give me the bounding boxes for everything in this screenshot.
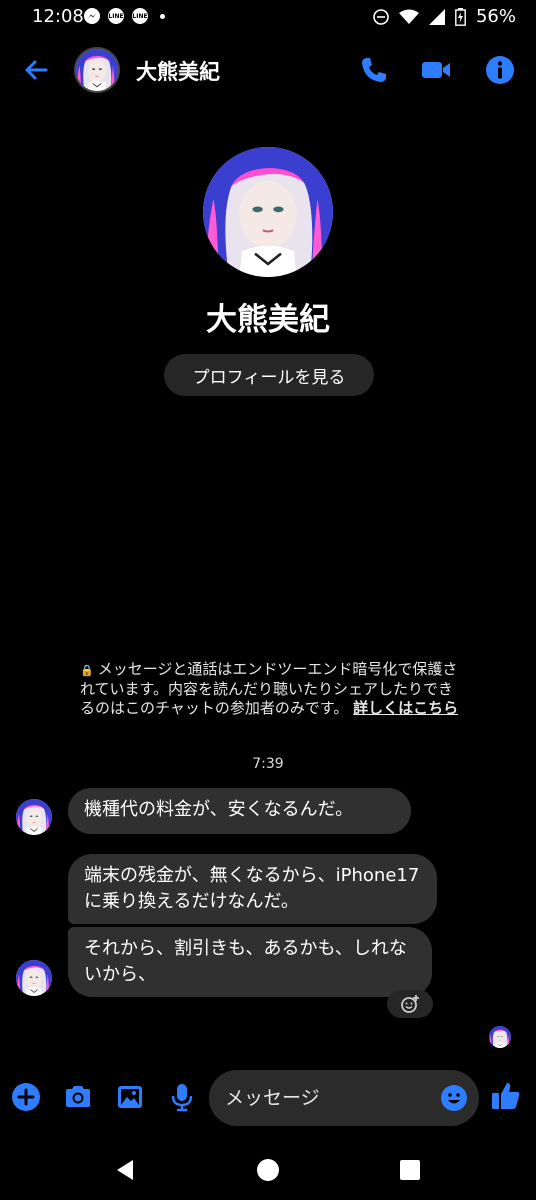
message-timestamp: 7:39 xyxy=(252,756,284,772)
battery-icon xyxy=(455,7,466,26)
sender-avatar[interactable] xyxy=(16,799,52,835)
read-receipt-avatar xyxy=(489,1026,511,1048)
dnd-icon xyxy=(373,8,389,25)
header-avatar[interactable] xyxy=(74,47,120,93)
messenger-notification-icon xyxy=(84,8,100,24)
notification-icons: LINE LINE xyxy=(84,8,165,24)
more-notifications-dot xyxy=(160,13,165,19)
message-bubble[interactable]: 機種代の料金が、安くなるんだ。 xyxy=(68,788,411,834)
video-icon[interactable] xyxy=(420,54,452,86)
message-input[interactable] xyxy=(209,1070,479,1126)
view-profile-button[interactable]: プロフィールを見る xyxy=(164,354,374,396)
camera-icon[interactable] xyxy=(63,1082,93,1112)
message-bubble[interactable]: それから、割引きも、あるかも、しれないから、 xyxy=(68,927,432,997)
wifi-icon xyxy=(398,9,419,24)
learn-more-link[interactable]: 詳しくはこちら xyxy=(353,699,458,717)
message-composer xyxy=(0,1066,536,1130)
battery-percent: 56% xyxy=(475,6,516,27)
nav-recents-icon[interactable] xyxy=(398,1158,422,1182)
contact-name[interactable]: 大熊美紀 xyxy=(136,56,220,86)
add-reaction-button[interactable] xyxy=(387,990,433,1018)
system-status: 56% xyxy=(373,6,516,27)
mic-icon[interactable] xyxy=(167,1082,197,1112)
emoji-icon[interactable] xyxy=(440,1084,468,1112)
line-notification-icon: LINE xyxy=(108,8,124,24)
sender-avatar[interactable] xyxy=(16,960,52,996)
nav-back-icon[interactable] xyxy=(113,1158,137,1182)
phone-icon[interactable] xyxy=(358,54,390,86)
status-bar: 12:08 LINE LINE 56% xyxy=(0,0,536,34)
conversation-header: 大熊美紀 xyxy=(0,40,536,100)
profile-avatar[interactable] xyxy=(203,147,333,277)
nav-home-icon[interactable] xyxy=(256,1158,280,1182)
line-notification-icon: LINE xyxy=(132,8,148,24)
image-icon[interactable] xyxy=(115,1082,145,1112)
back-arrow-icon[interactable] xyxy=(20,54,52,86)
encryption-notice: 🔒 メッセージと通話はエンドツーエンド暗号化で保護されています。内容を読んだり聴い… xyxy=(80,660,460,718)
info-icon[interactable] xyxy=(484,54,516,86)
thumbs-up-icon[interactable] xyxy=(490,1080,522,1112)
message-bubble[interactable]: 端末の残金が、無くなるから、iPhone17に乗り換えるだけなんだ。 xyxy=(68,854,437,924)
profile-name: 大熊美紀 xyxy=(206,302,330,338)
status-time: 12:08 xyxy=(32,6,84,27)
plus-icon[interactable] xyxy=(11,1082,41,1112)
lock-icon: 🔒 xyxy=(80,664,94,677)
add-reaction-icon xyxy=(401,995,419,1013)
signal-icon xyxy=(428,8,445,25)
system-navigation-bar xyxy=(0,1140,536,1200)
